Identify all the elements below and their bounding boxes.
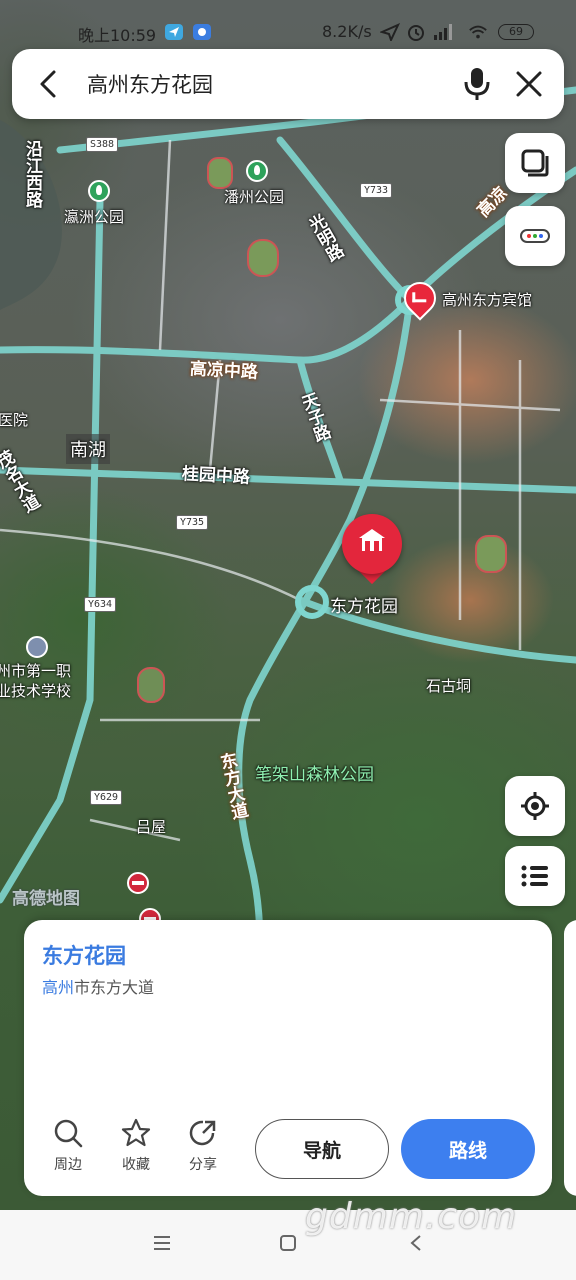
locate-me-button[interactable] xyxy=(505,776,565,836)
menu-icon[interactable] xyxy=(152,1234,172,1252)
search-query-text[interactable]: 高州东方花园 xyxy=(87,69,213,99)
place-label-hotel[interactable]: 高州东方宾馆 xyxy=(442,289,532,310)
place-label-nanhu[interactable]: 南湖 xyxy=(66,434,110,464)
place-name[interactable]: 东方花园 xyxy=(42,940,126,970)
share-icon xyxy=(189,1120,216,1146)
alarm-icon xyxy=(408,25,424,41)
nearby-label: 周边 xyxy=(54,1157,82,1173)
favorite-label: 收藏 xyxy=(122,1157,150,1173)
road-shield-y629: Y629 xyxy=(90,790,123,805)
road-shield-y634: Y634 xyxy=(84,597,117,612)
microphone-icon[interactable] xyxy=(462,66,492,102)
park-pin-icon[interactable] xyxy=(246,160,268,182)
layers-button[interactable] xyxy=(505,133,565,193)
place-label-panzhou-park[interactable]: 潘州公园 xyxy=(224,186,284,207)
map-provider-watermark: 高德地图 xyxy=(12,889,80,909)
place-label-bijiashan-park[interactable]: 笔架山森林公园 xyxy=(255,760,374,785)
place-info-card[interactable]: 东方花园 高州市东方大道 周边 收藏 分享 导航 路线 xyxy=(24,920,552,1196)
no-entry-icon xyxy=(127,872,149,894)
navigation-arrow-icon xyxy=(380,23,400,41)
residence-icon xyxy=(359,529,385,551)
search-bar[interactable]: 高州东方花园 xyxy=(12,49,564,119)
road-label-yanjiang-west: 沿江西路 xyxy=(22,140,42,208)
network-speed: 8.2K/s xyxy=(322,22,372,41)
share-button[interactable]: 分享 xyxy=(181,1118,225,1174)
crosshair-icon xyxy=(521,792,549,820)
close-icon[interactable] xyxy=(514,69,544,99)
next-card-peek[interactable] xyxy=(564,920,576,1196)
road-shield-y735: Y735 xyxy=(176,515,209,530)
place-address: 高州市东方大道 xyxy=(42,974,154,998)
battery-icon: 69 xyxy=(498,24,534,40)
nearby-button[interactable]: 周边 xyxy=(46,1118,90,1174)
star-icon xyxy=(121,1118,151,1147)
place-label-yingzhou-park[interactable]: 瀛洲公园 xyxy=(64,206,124,227)
location-share-icon xyxy=(165,24,183,40)
route-button[interactable]: 路线 xyxy=(401,1119,535,1179)
school-pin-icon[interactable] xyxy=(26,636,48,658)
place-label-school-line2[interactable]: 业技术学校 xyxy=(0,680,71,701)
address-street: 市东方大道 xyxy=(74,978,155,997)
signal-icon xyxy=(434,24,452,40)
navigate-button[interactable]: 导航 xyxy=(255,1119,389,1179)
place-label-shigu[interactable]: 石古垌 xyxy=(426,675,471,696)
list-button[interactable] xyxy=(505,846,565,906)
road-shield-s388: S388 xyxy=(86,137,119,152)
place-label-lvwu[interactable]: 吕屋 xyxy=(136,816,166,837)
back-arrow-icon[interactable] xyxy=(34,69,64,99)
status-time: 晚上10:59 xyxy=(78,26,157,45)
more-tools-button[interactable] xyxy=(505,206,565,266)
site-watermark: gdmm.com xyxy=(305,1196,518,1237)
wifi-icon xyxy=(469,25,487,39)
place-label-school-line1[interactable]: 州市第一职 xyxy=(0,660,71,681)
search-icon xyxy=(54,1119,83,1148)
favorite-button[interactable]: 收藏 xyxy=(114,1118,158,1174)
marker-label: 东方花园 xyxy=(330,597,398,617)
place-label-hospital[interactable]: 医院 xyxy=(0,409,28,430)
road-shield-y733: Y733 xyxy=(360,183,393,198)
home-icon[interactable] xyxy=(279,1234,297,1252)
layers-icon xyxy=(521,149,549,177)
list-icon xyxy=(521,865,548,887)
selected-location-marker[interactable] xyxy=(342,514,404,592)
road-label-guiyuan-mid: 桂园中路 xyxy=(181,464,251,488)
share-label: 分享 xyxy=(189,1157,217,1173)
battery-level: 69 xyxy=(509,25,523,38)
more-dots-icon xyxy=(520,229,550,243)
status-bar: 晚上10:59 8.2K/s 69 xyxy=(0,18,576,48)
app-notification-icon xyxy=(193,24,211,40)
road-label-gaoliang-mid: 高凉中路 xyxy=(189,359,259,383)
address-city[interactable]: 高州 xyxy=(42,978,74,997)
park-pin-icon[interactable] xyxy=(88,180,110,202)
